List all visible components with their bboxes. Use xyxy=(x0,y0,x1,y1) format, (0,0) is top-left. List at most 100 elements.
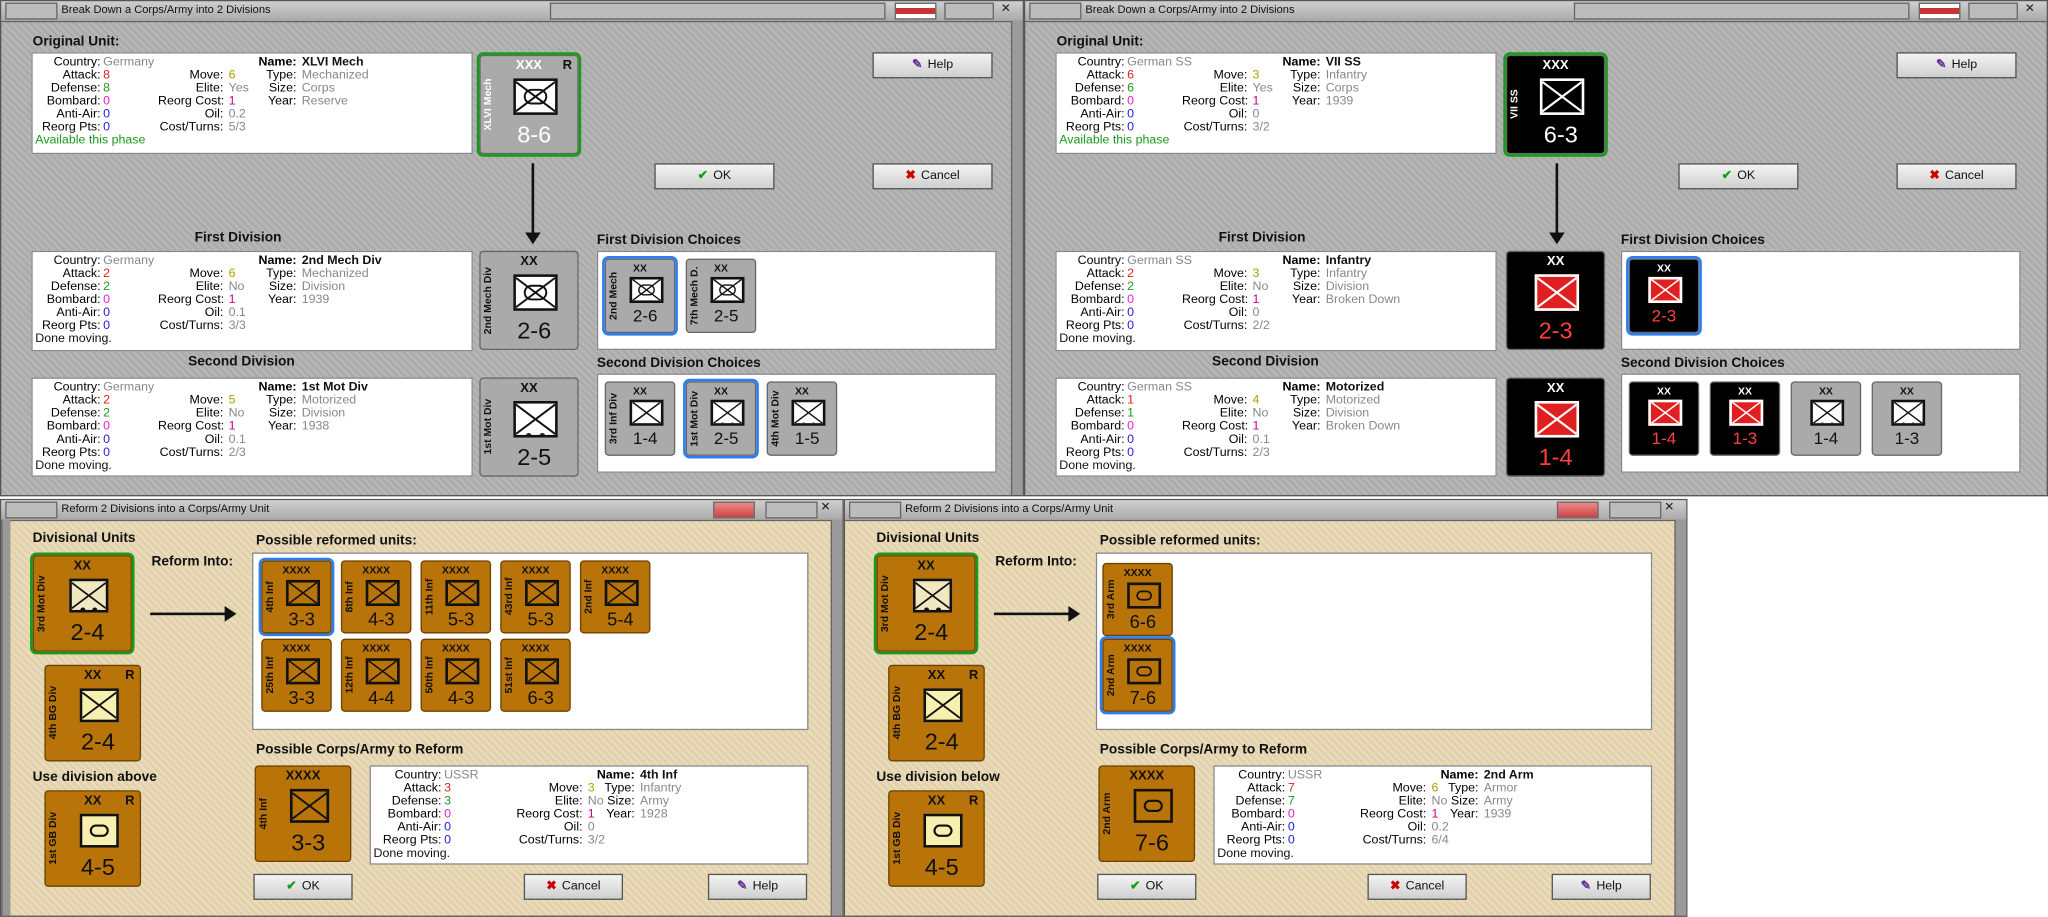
second-choice-counter[interactable]: 1st Mot Div XX 2-5 xyxy=(683,378,759,459)
unit-symbol-icon xyxy=(513,400,558,438)
possible-units-heading: Possible reformed units: xyxy=(255,532,417,549)
counter-strength: 2-3 xyxy=(1538,317,1573,344)
counter-strength: 1-4 xyxy=(1651,428,1677,448)
unit-symbol-icon xyxy=(445,658,480,685)
cancel-button[interactable]: ✖ Cancel xyxy=(872,163,993,190)
reform-window-2: Reform 2 Divisions into a Corps/Army Uni… xyxy=(843,498,1688,917)
second-division-counter[interactable]: XX 1-4 xyxy=(1505,377,1606,477)
check-icon: ✔ xyxy=(1721,168,1733,183)
first-choice-counter[interactable]: 2nd Mech XX 2-6 xyxy=(602,255,678,336)
help-book-icon: ✎ xyxy=(736,879,748,894)
counter-echelon: XXXX xyxy=(282,564,311,576)
field-label-year: Year: xyxy=(1291,292,1321,307)
use-division-label: Use division below xyxy=(876,769,1000,785)
unit-symbol-icon xyxy=(525,658,560,685)
division-counter-2[interactable]: 4th BG Div XX R 2-4 xyxy=(888,664,985,762)
division-counter-2[interactable]: 4th BG Div XX R 2-4 xyxy=(44,664,142,762)
button-label: Help xyxy=(752,879,779,894)
divisional-units-heading: Divisional Units xyxy=(32,530,136,546)
help-button[interactable]: ✎ Help xyxy=(1896,52,2017,79)
second-division-counter[interactable]: 1st Mot Div XX 2-5 xyxy=(479,377,579,477)
possible-corps-heading: Possible Corps/Army to Reform xyxy=(255,741,464,758)
counter-echelon: XXXX xyxy=(441,564,470,576)
divisional-units-heading: Divisional Units xyxy=(876,530,980,546)
reformed-unit-counter[interactable]: 3rd Arm XXXX 6-6 xyxy=(1102,562,1173,637)
arrow-head-icon xyxy=(1549,232,1565,245)
second-choice-counter[interactable]: 3rd Inf Div XX 1-4 xyxy=(604,381,676,456)
counter-echelon: XXXX xyxy=(521,642,550,655)
reformed-unit-counter[interactable]: 51st Inf XXXX 6-3 xyxy=(500,638,571,712)
first-division-choices: 2nd Mech XX 2-6 7th Mech D. XX 2-5 xyxy=(596,250,997,351)
unit-symbol-icon xyxy=(1133,788,1173,823)
first-choice-counter[interactable]: XX 2-3 xyxy=(1626,255,1702,336)
reformed-unit-counter[interactable]: 2nd Inf XXXX 5-4 xyxy=(579,560,651,634)
cancel-button[interactable]: ✖ Cancel xyxy=(1367,873,1467,900)
help-book-icon: ✎ xyxy=(911,57,923,72)
corps-counter[interactable]: 4th Inf XXXX 3-3 xyxy=(254,765,352,863)
division-counter-3[interactable]: 1st GB Div XX R 4-5 xyxy=(888,790,985,887)
unit-symbol-icon xyxy=(791,399,826,426)
second-choice-counter[interactable]: XX 1-4 xyxy=(1628,381,1700,456)
unit-symbol-icon xyxy=(710,399,745,426)
field-value-country: German SS xyxy=(1127,54,1192,70)
reformed-unit-counter[interactable]: 8th Inf XXXX 4-3 xyxy=(340,560,412,634)
counter-strength: 5-3 xyxy=(527,608,554,630)
counter-echelon: XXXX xyxy=(1123,566,1152,579)
first-division-heading: First Division xyxy=(1218,229,1306,246)
ok-button[interactable]: ✔ OK xyxy=(1097,873,1197,900)
corps-info-panel: Country: USSR Attack: 3 Defense: 3 Bombard: 0 An… xyxy=(369,765,809,865)
second-choice-counter[interactable]: XX 1-3 xyxy=(1709,381,1781,456)
unit-symbol-icon xyxy=(365,579,400,607)
reformed-unit-counter[interactable]: 50th Inf XXXX 4-3 xyxy=(420,638,492,712)
ok-button[interactable]: ✔ OK xyxy=(654,163,775,190)
field-label-year: Year: xyxy=(267,292,297,307)
original-unit-counter[interactable]: XLVI Mech XXX R 8-6 xyxy=(476,52,582,157)
reformed-unit-counter[interactable]: 12th Inf XXXX 4-4 xyxy=(340,638,412,712)
breakdown-window-2: Break Down a Corps/Army into 2 Divisions… xyxy=(1023,0,2048,497)
ok-button[interactable]: ✔ OK xyxy=(1678,163,1799,190)
second-choice-counter[interactable]: 4th Mot Div XX 1-5 xyxy=(766,381,838,456)
corps-counter[interactable]: 2nd Arm XXXX 7-6 xyxy=(1098,765,1196,863)
cancel-button[interactable]: ✖ Cancel xyxy=(523,873,624,900)
reformed-unit-counter[interactable]: 25th Inf XXXX 3-3 xyxy=(261,638,332,712)
division-counter-1[interactable]: 3rd Mot Div XX 2-4 xyxy=(30,552,135,655)
arrow-down-icon xyxy=(531,163,535,234)
reformed-unit-counter[interactable]: 43rd Inf XXXX 5-3 xyxy=(500,560,571,634)
counter-echelon: XXXX xyxy=(521,564,550,576)
field-value-country: German SS xyxy=(1127,253,1192,268)
first-choices-heading: First Division Choices xyxy=(1620,232,1765,249)
division-counter-3[interactable]: 1st GB Div XX R 4-5 xyxy=(44,790,142,887)
reserve-marker: R xyxy=(125,794,135,809)
unit-status: Done moving. xyxy=(373,846,451,861)
first-division-counter[interactable]: XX 2-3 xyxy=(1505,250,1606,351)
reformed-unit-counter[interactable]: 4th Inf XXXX 3-3 xyxy=(258,557,335,637)
possible-units-heading: Possible reformed units: xyxy=(1099,532,1261,549)
counter-echelon: XX xyxy=(633,385,647,398)
counter-echelon: XX xyxy=(1546,381,1565,396)
unit-symbol-icon xyxy=(365,658,400,685)
first-choice-counter[interactable]: 7th Mech D. XX 2-5 xyxy=(685,258,757,334)
first-division-counter[interactable]: 2nd Mech Div XX 2-6 xyxy=(479,250,579,351)
cancel-button[interactable]: ✖ Cancel xyxy=(1896,163,2017,190)
counter-strength: 2-4 xyxy=(914,619,949,646)
second-choice-counter[interactable]: XX 1-3 xyxy=(1871,381,1943,456)
first-division-info: Country: German SS Attack: 2 Defense: 2 Bombar… xyxy=(1055,250,1497,352)
field-label-ct: Cost/Turns: xyxy=(518,833,583,848)
counter-strength: 3-3 xyxy=(291,829,326,856)
counter-echelon: XXXX xyxy=(285,769,321,784)
reformed-unit-counter[interactable]: 11th Inf XXXX 5-3 xyxy=(420,560,492,634)
help-button[interactable]: ✎ Help xyxy=(1551,873,1651,900)
field-value-year: 1928 xyxy=(639,807,668,822)
first-division-choices: XX 2-3 xyxy=(1620,250,2021,351)
counter-strength: 3-3 xyxy=(288,608,315,630)
division-counter-1[interactable]: 3rd Mot Div XX 2-4 xyxy=(873,552,979,655)
help-button[interactable]: ✎ Help xyxy=(707,873,808,900)
ok-button[interactable]: ✔ OK xyxy=(253,873,353,900)
original-unit-info: Country: German SS Attack: 6 Defense: 6 Bombar… xyxy=(1055,52,1497,155)
reformed-unit-counter[interactable]: 2nd Arm XXXX 7-6 xyxy=(1099,636,1176,715)
unit-symbol-icon xyxy=(1810,399,1845,426)
original-unit-counter[interactable]: VII SS XXX 6-3 xyxy=(1503,52,1608,157)
counter-echelon: XXX xyxy=(1542,58,1569,74)
help-button[interactable]: ✎ Help xyxy=(872,52,993,79)
second-choice-counter[interactable]: XX 1-4 xyxy=(1790,381,1862,456)
